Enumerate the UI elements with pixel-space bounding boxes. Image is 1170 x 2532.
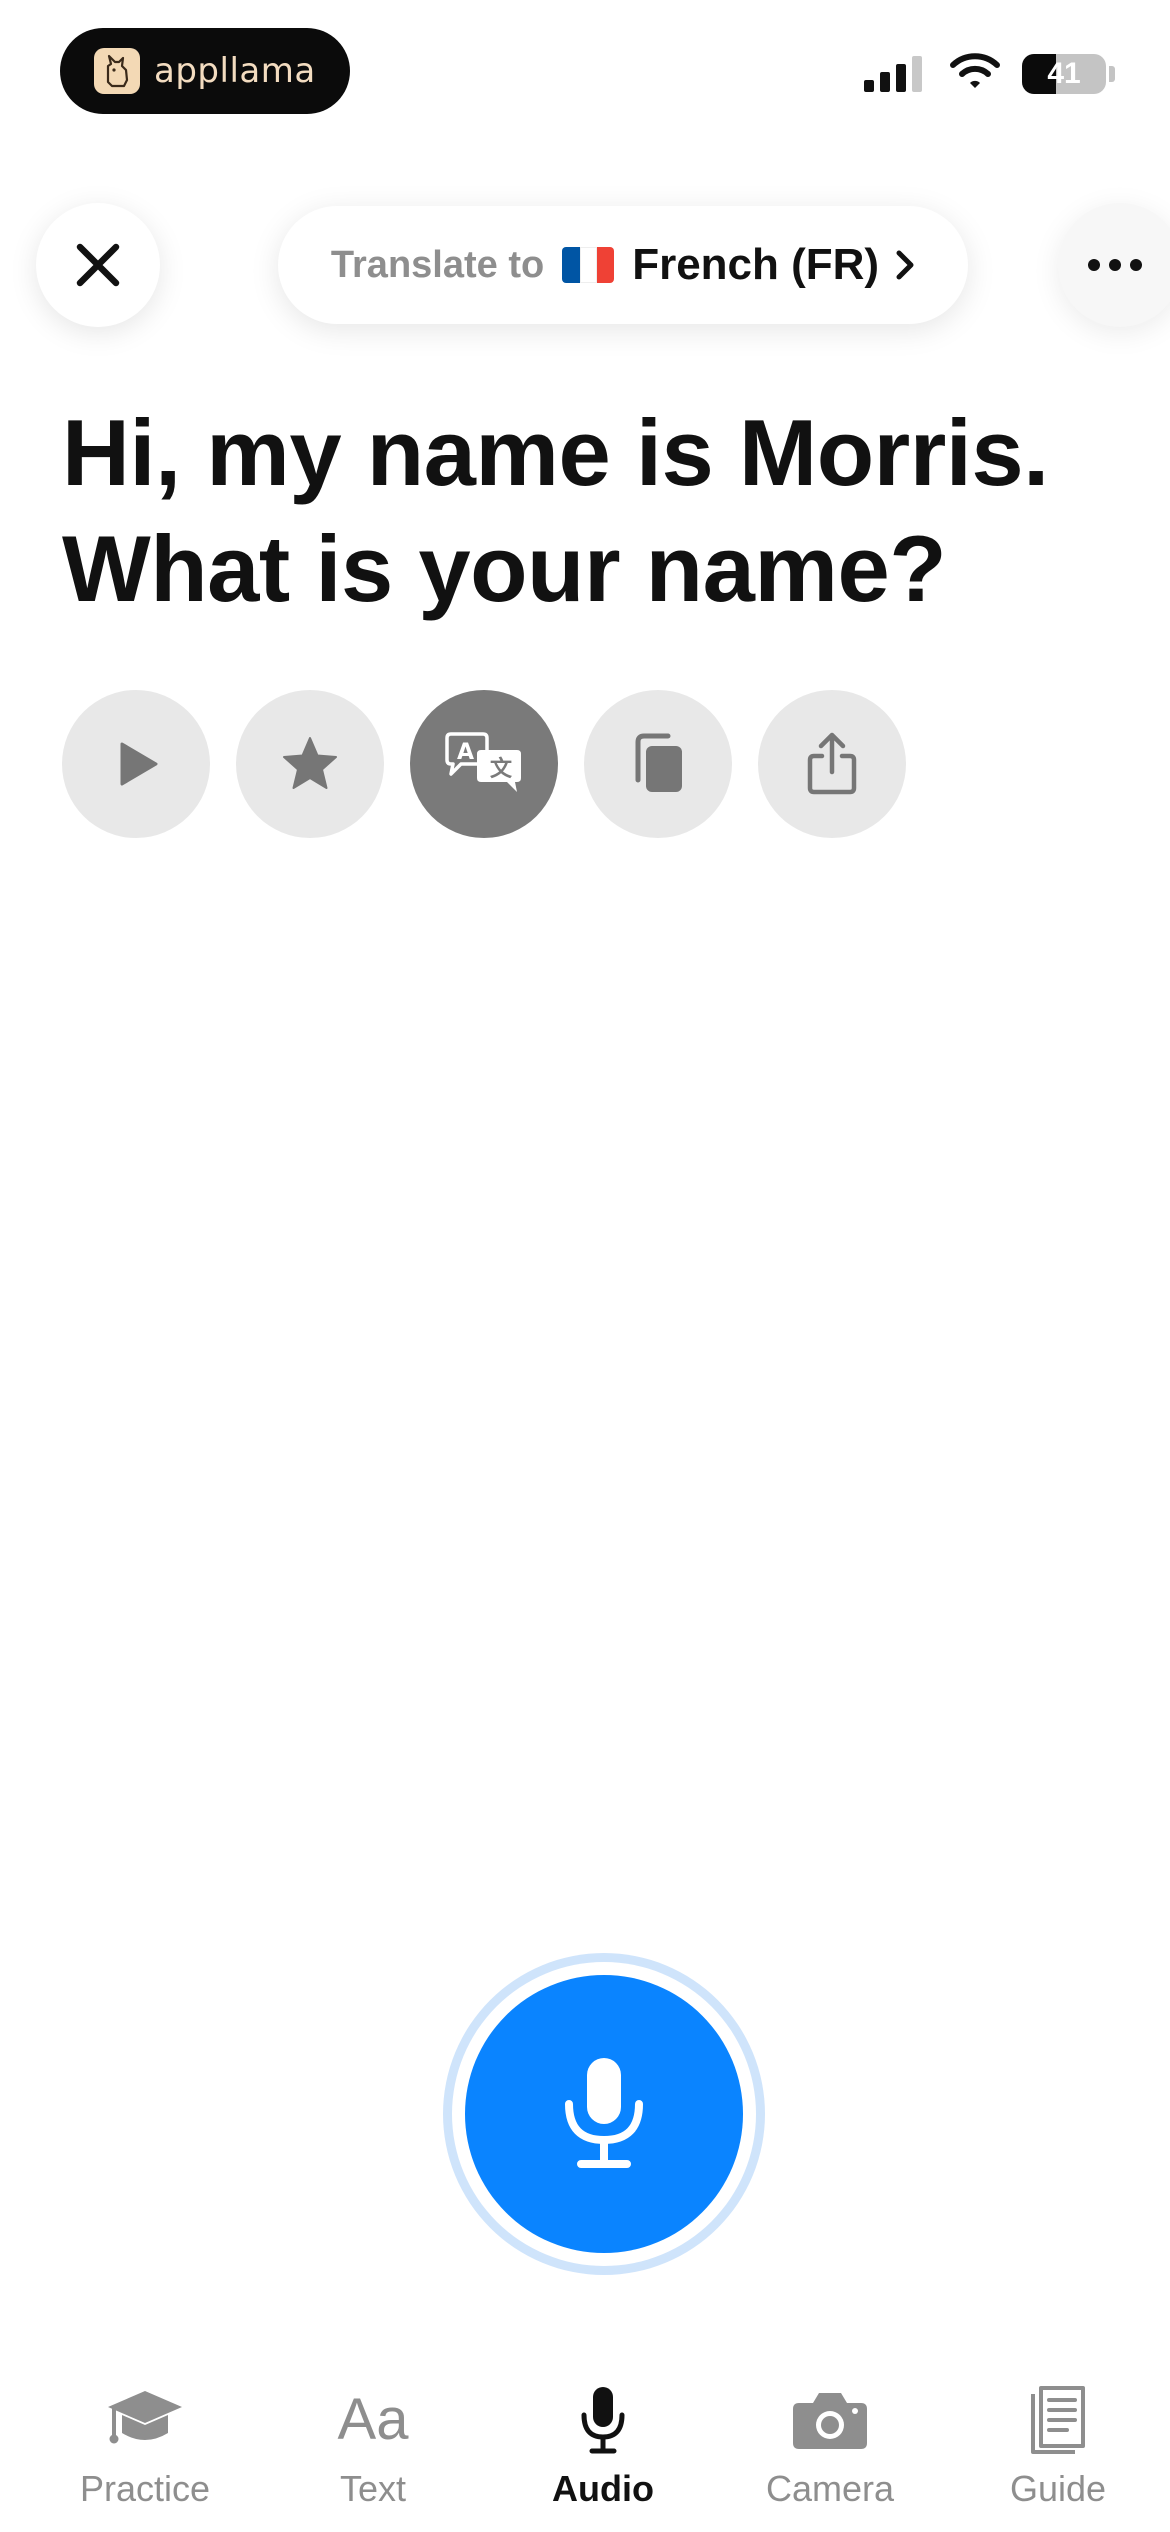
graduation-cap-icon: [104, 2380, 186, 2460]
tab-practice-label: Practice: [79, 2468, 211, 2509]
app-name: appllama: [154, 51, 316, 91]
wifi-icon: [950, 52, 1000, 95]
status-bar: appllama 41: [0, 0, 1170, 150]
chevron-right-icon: [896, 250, 914, 280]
mic-core: [465, 1975, 743, 2253]
svg-text:文: 文: [490, 756, 513, 782]
top-controls: Translate to French (FR): [0, 200, 1170, 330]
source-phrase: Hi, my name is Morris. What is your name…: [62, 395, 1122, 627]
share-icon: [807, 732, 857, 795]
translate-language-selector[interactable]: Translate to French (FR): [278, 206, 968, 324]
flag-stripe-white: [579, 247, 597, 283]
more-options-button[interactable]: [1058, 203, 1170, 327]
tab-audio-label: Audio: [552, 2468, 654, 2509]
star-icon: [283, 737, 337, 789]
tab-camera[interactable]: Camera: [730, 2380, 930, 2510]
microphone-icon: [565, 2058, 643, 2168]
share-button[interactable]: [758, 690, 906, 838]
phrase-actions: A 文: [62, 690, 906, 838]
tab-text[interactable]: Aa Text: [273, 2380, 473, 2510]
tab-text-label: Text: [339, 2468, 407, 2509]
microphone-icon: [578, 2380, 628, 2460]
svg-text:A: A: [457, 740, 474, 765]
tab-camera-label: Camera: [765, 2468, 895, 2509]
phrase-line-2: What is your name?: [62, 516, 947, 621]
ellipsis-icon: [1088, 259, 1142, 271]
flag-stripe-blue: [562, 247, 580, 283]
record-microphone-button[interactable]: [443, 1953, 765, 2275]
play-icon: [120, 742, 158, 786]
tab-practice[interactable]: Practice: [45, 2380, 245, 2510]
flag-stripe-red: [596, 247, 615, 283]
status-icons: 41: [864, 52, 1115, 95]
app-indicator-pill[interactable]: appllama: [60, 28, 350, 114]
translate-icon: A 文: [445, 732, 521, 792]
tab-guide[interactable]: Guide: [958, 2380, 1158, 2510]
play-button[interactable]: [62, 690, 210, 838]
translate-button[interactable]: A 文: [410, 690, 558, 838]
book-icon: [1027, 2380, 1089, 2460]
llama-logo-icon: [94, 48, 140, 94]
favorite-button[interactable]: [236, 690, 384, 838]
target-language: French (FR): [632, 240, 880, 289]
copy-button[interactable]: [584, 690, 732, 838]
text-aa-icon: Aa: [337, 2387, 409, 2452]
tab-bar: Practice Aa Text Audio Camera Guide: [0, 2360, 1170, 2532]
tab-audio[interactable]: Audio: [503, 2380, 703, 2510]
battery-icon: 41: [1022, 53, 1106, 94]
close-icon: [76, 243, 120, 287]
cellular-signal-icon: [864, 55, 922, 92]
close-button[interactable]: [36, 203, 160, 327]
translate-prefix: Translate to: [330, 243, 545, 286]
copy-icon: [635, 733, 682, 792]
battery-percent: 41: [1047, 56, 1081, 90]
phrase-line-1: Hi, my name is Morris.: [62, 400, 1049, 505]
tab-guide-label: Guide: [1009, 2468, 1107, 2509]
mic-ring: [452, 1962, 756, 2266]
camera-icon: [791, 2380, 869, 2460]
battery-tip: [1109, 65, 1115, 82]
france-flag-icon: [562, 247, 615, 283]
screen: appllama 41 Translate to French (FR) Hi,…: [0, 0, 1170, 2532]
